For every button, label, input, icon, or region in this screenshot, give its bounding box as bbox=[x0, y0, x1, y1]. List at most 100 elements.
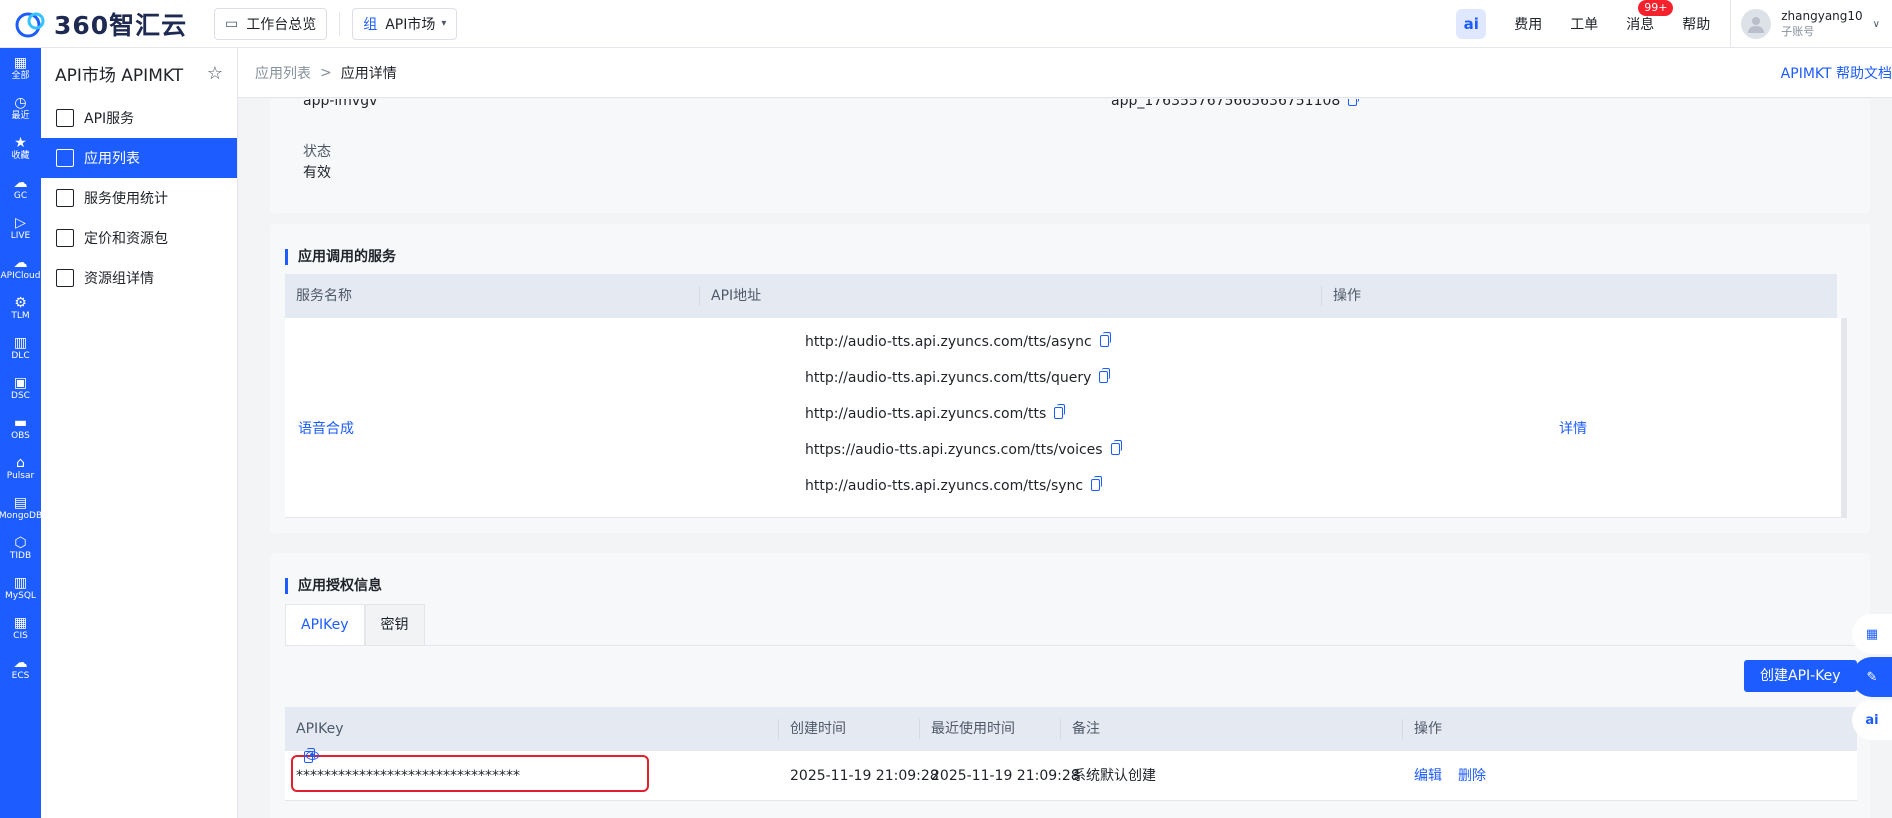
copy-icon[interactable] bbox=[1054, 404, 1066, 419]
copy-icon[interactable] bbox=[1099, 368, 1111, 383]
rail-item-cis[interactable]: ▦ CIS bbox=[0, 608, 41, 648]
tab-secret[interactable]: 密钥 bbox=[364, 604, 425, 646]
rail-item-dsc[interactable]: ▣ DSC bbox=[0, 368, 41, 408]
api-url: http://audio-tts.api.zyuncs.com/tts bbox=[805, 396, 1120, 432]
rail-label: 最近 bbox=[11, 110, 30, 121]
rail-label: CIS bbox=[13, 630, 28, 641]
rail-item-pulsar[interactable]: ⌂ Pulsar bbox=[0, 448, 41, 488]
messages-label: 消息 bbox=[1626, 17, 1655, 33]
api-market-label: API市场 bbox=[385, 16, 436, 33]
copy-icon[interactable] bbox=[1348, 99, 1360, 106]
api-url: https://audio-tts.api.zyuncs.com/tts/voi… bbox=[805, 432, 1122, 468]
qr-icon: ▦ bbox=[1865, 626, 1879, 642]
rail-label: MySQL bbox=[5, 590, 36, 601]
column-divider bbox=[919, 719, 920, 739]
db-icon: ▥ bbox=[13, 574, 28, 591]
service-name-link[interactable]: 语音合成 bbox=[298, 418, 354, 438]
api-url-text: http://audio-tts.api.zyuncs.com/tts bbox=[805, 406, 1047, 422]
section-title: 应用授权信息 bbox=[285, 578, 382, 594]
document-icon bbox=[56, 229, 74, 247]
api-market-dropdown[interactable]: 组 API市场 ▾ bbox=[352, 7, 458, 40]
column-divider bbox=[699, 286, 700, 306]
rail-item-all[interactable]: ▦ 全部 bbox=[0, 48, 41, 88]
gear-icon: ⚙ bbox=[14, 294, 27, 311]
api-url: http://audio-tts.api.zyuncs.com/tts/asyn… bbox=[805, 324, 1120, 360]
api-url: http://audio-tts.api.zyuncs.com/tts/sync bbox=[805, 468, 1120, 504]
house-icon: ⌂ bbox=[16, 454, 25, 471]
last-used-time: 2025-11-19 21:09:28 bbox=[931, 768, 1080, 784]
app-id-text: app_1763557675665636751108 bbox=[1111, 99, 1341, 109]
ai-float-button[interactable]: ai bbox=[1852, 700, 1892, 740]
copy-icon[interactable] bbox=[1091, 476, 1103, 491]
rail-item-gc[interactable]: ☁ GC bbox=[0, 168, 41, 208]
workbench-overview-label: 工作台总览 bbox=[246, 16, 317, 33]
auth-tabs: APIKey 密钥 bbox=[285, 604, 425, 646]
grid-icon: ▦ bbox=[13, 614, 28, 631]
copy-icon[interactable] bbox=[1099, 332, 1111, 347]
status-label: 状态 bbox=[303, 144, 331, 160]
billing-link[interactable]: 费用 bbox=[1514, 14, 1542, 34]
messages-link[interactable]: 消息 99+ bbox=[1626, 0, 1674, 34]
rail-label: TIDB bbox=[9, 550, 32, 561]
service-detail-link[interactable]: 详情 bbox=[1559, 418, 1587, 438]
ticket-link[interactable]: 工单 bbox=[1570, 14, 1598, 34]
rail-item-favorites[interactable]: ★ 收藏 bbox=[0, 128, 41, 168]
ai-assistant-button[interactable]: ai bbox=[1456, 9, 1487, 39]
favorite-star-icon[interactable]: ☆ bbox=[207, 63, 223, 84]
cloud-icon: ☁ bbox=[13, 654, 28, 671]
user-role: 子账号 bbox=[1781, 25, 1815, 38]
rail-label: 收藏 bbox=[11, 150, 30, 161]
rail-item-tlm[interactable]: ⚙ TLM bbox=[0, 288, 41, 328]
note: 系统默认创建 bbox=[1072, 768, 1156, 784]
rail-label: DLC bbox=[11, 350, 30, 361]
sidebar-item-usage-stats[interactable]: 服务使用统计 bbox=[41, 178, 237, 218]
rail-item-live[interactable]: ▷ LIVE bbox=[0, 208, 41, 248]
app-id-value: app_1763557675665636751108 bbox=[1111, 99, 1360, 109]
rail-label: DSC bbox=[11, 390, 30, 401]
rail-item-dlc[interactable]: ▥ DLC bbox=[0, 328, 41, 368]
logo[interactable]: 360智汇云 bbox=[0, 0, 206, 48]
sidebar-item-pricing[interactable]: 定价和资源包 bbox=[41, 218, 237, 258]
workbench-overview-button[interactable]: ▭ 工作台总览 bbox=[214, 7, 328, 40]
apikey-table-header: APIKey 创建时间 最近使用时间 备注 操作 bbox=[285, 707, 1857, 751]
app-name-value: app-imvgv bbox=[303, 99, 378, 109]
ai-icon: ai bbox=[1865, 712, 1879, 728]
services-table-header: 服务名称 API地址 操作 bbox=[285, 274, 1837, 318]
tab-apikey[interactable]: APIKey bbox=[285, 604, 365, 646]
user-name: zhangyang10 bbox=[1781, 9, 1863, 23]
api-url-text: http://audio-tts.api.zyuncs.com/tts/asyn… bbox=[805, 334, 1092, 350]
help-link[interactable]: 帮助 bbox=[1682, 14, 1710, 34]
edit-link[interactable]: 编辑 bbox=[1414, 751, 1442, 801]
main-content: app-imvgv app_1763557675665636751108 状态 … bbox=[238, 99, 1892, 818]
create-apikey-button[interactable]: 创建API-Key bbox=[1744, 660, 1857, 692]
copy-icon[interactable] bbox=[304, 748, 315, 763]
sidebar-item-app-list[interactable]: 应用列表 bbox=[41, 138, 237, 178]
table-row: ******************************** 2025-11… bbox=[285, 748, 1857, 801]
rail-item-mongodb[interactable]: ▤ MongoDB bbox=[0, 488, 42, 528]
user-menu[interactable]: zhangyang10 子账号 ∨ bbox=[1730, 0, 1892, 48]
sidebar-item-resource-group[interactable]: 资源组详情 bbox=[41, 258, 237, 298]
rail-item-recent[interactable]: ◷ 最近 bbox=[0, 88, 41, 128]
breadcrumb-parent[interactable]: 应用列表 bbox=[255, 63, 311, 83]
rail-item-apicloud[interactable]: ☁ APICloud bbox=[0, 248, 41, 288]
help-doc-link[interactable]: APIMKT 帮助文档 bbox=[1781, 63, 1892, 83]
rail-label: Pulsar bbox=[6, 470, 35, 481]
api-url-text: http://audio-tts.api.zyuncs.com/tts/quer… bbox=[805, 370, 1092, 386]
top-bar: 360智汇云 ▭ 工作台总览 组 API市场 ▾ ai 费用 工单 消息 99+… bbox=[0, 0, 1892, 48]
logo-text: 360智汇云 bbox=[54, 10, 188, 40]
column-header: 最近使用时间 bbox=[931, 721, 1015, 737]
rail-item-tidb[interactable]: ⬡ TIDB bbox=[0, 528, 41, 568]
avatar bbox=[1741, 9, 1772, 39]
feedback-button[interactable]: ✎ bbox=[1852, 657, 1892, 697]
rail-label: ECS bbox=[11, 670, 30, 681]
copy-icon[interactable] bbox=[1110, 440, 1122, 455]
sidebar-item-api-services[interactable]: API服务 bbox=[41, 98, 237, 138]
qr-code-button[interactable]: ▦ bbox=[1852, 614, 1892, 654]
delete-link[interactable]: 删除 bbox=[1458, 751, 1486, 801]
rail-item-ecs[interactable]: ☁ ECS bbox=[0, 648, 41, 688]
rail-item-obs[interactable]: ▬ OBS bbox=[0, 408, 41, 448]
box-icon: ▥ bbox=[13, 334, 28, 351]
app-info-panel: app-imvgv app_1763557675665636751108 状态 … bbox=[270, 99, 1870, 213]
rail-item-mysql[interactable]: ▥ MySQL bbox=[0, 568, 41, 608]
column-divider bbox=[1402, 719, 1403, 739]
